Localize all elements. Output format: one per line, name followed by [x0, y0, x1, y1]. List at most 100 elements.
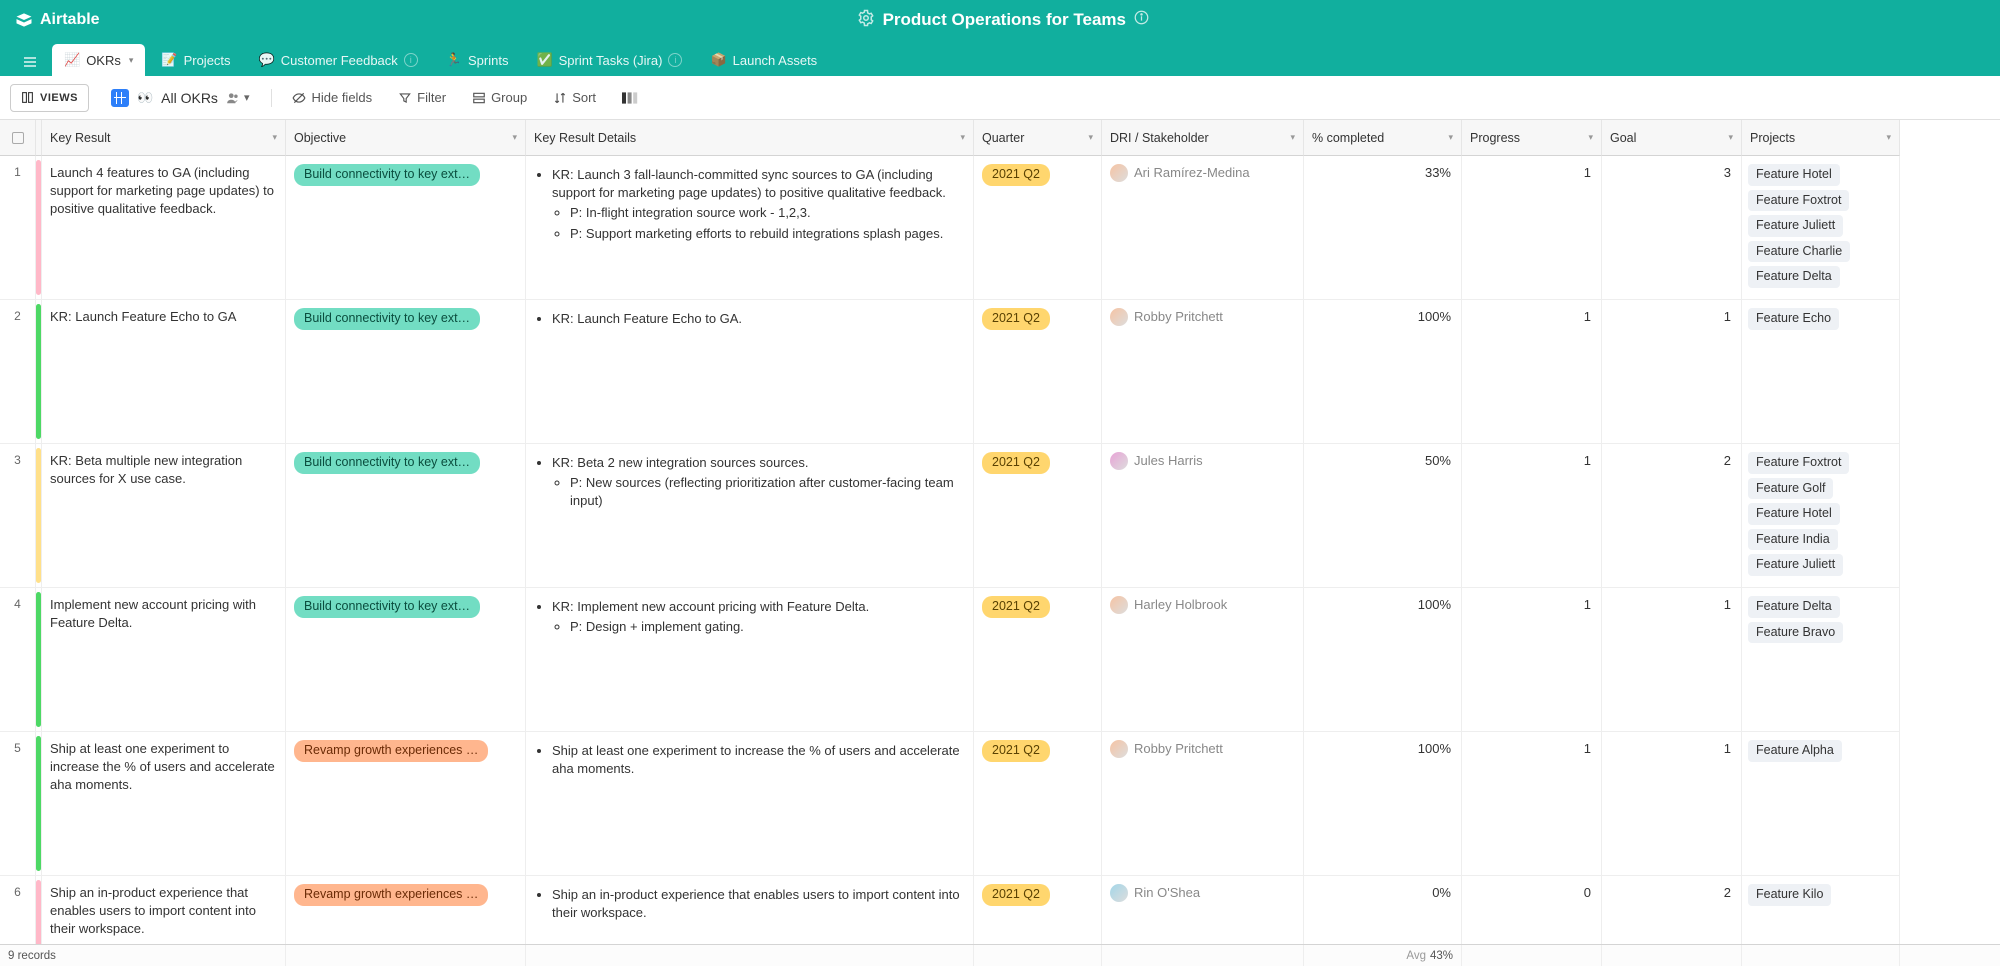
progress-cell[interactable]: 1: [1462, 156, 1602, 300]
status-bar: 9 records Avg43%: [0, 944, 2000, 966]
progress-cell[interactable]: 1: [1462, 588, 1602, 732]
objective-cell[interactable]: Build connectivity to key ext…: [286, 588, 526, 732]
group-button[interactable]: Group: [466, 86, 533, 109]
tab-emoji-icon: 📦: [710, 52, 726, 68]
objective-cell[interactable]: Build connectivity to key ext…: [286, 444, 526, 588]
dri-cell[interactable]: Ari Ramírez-Medina: [1102, 156, 1304, 300]
goal-cell[interactable]: 2: [1602, 876, 1742, 944]
menu-button[interactable]: [16, 48, 44, 76]
goal-cell[interactable]: 1: [1602, 588, 1742, 732]
quarter-cell[interactable]: 2021 Q2: [974, 588, 1102, 732]
pct-completed-cell[interactable]: 100%: [1304, 588, 1462, 732]
key-result-cell[interactable]: Implement new account pricing with Featu…: [42, 588, 286, 732]
tab-emoji-icon: 💬: [259, 52, 275, 68]
quarter-cell[interactable]: 2021 Q2: [974, 732, 1102, 876]
key-result-cell[interactable]: Ship an in-product experience that enabl…: [42, 876, 286, 944]
tab-launch-assets[interactable]: 📦Launch Assets: [698, 44, 829, 76]
view-toolbar: VIEWS 👀 All OKRs ▾ Hide fields Filter Gr…: [0, 76, 2000, 120]
progress-cell[interactable]: 0: [1462, 876, 1602, 944]
row-number[interactable]: 2: [0, 300, 36, 444]
objective-cell[interactable]: Build connectivity to key ext…: [286, 300, 526, 444]
column-header[interactable]: DRI / Stakeholder▾: [1102, 120, 1304, 156]
objective-cell[interactable]: Revamp growth experiences …: [286, 876, 526, 944]
quarter-cell[interactable]: 2021 Q2: [974, 444, 1102, 588]
tab-sprints[interactable]: 🏃Sprints: [434, 44, 521, 76]
row-number[interactable]: 1: [0, 156, 36, 300]
quarter-cell[interactable]: 2021 Q2: [974, 300, 1102, 444]
quarter-cell[interactable]: 2021 Q2: [974, 156, 1102, 300]
goal-cell[interactable]: 1: [1602, 732, 1742, 876]
dri-cell[interactable]: Robby Pritchett: [1102, 300, 1304, 444]
projects-cell[interactable]: Feature Alpha: [1742, 732, 1900, 876]
projects-cell[interactable]: Feature Echo: [1742, 300, 1900, 444]
dri-cell[interactable]: Robby Pritchett: [1102, 732, 1304, 876]
key-result-cell[interactable]: KR: Beta multiple new integration source…: [42, 444, 286, 588]
column-header[interactable]: Key Result▾: [42, 120, 286, 156]
goal-cell[interactable]: 1: [1602, 300, 1742, 444]
sort-button[interactable]: Sort: [547, 86, 602, 109]
chevron-down-icon: ▾: [129, 55, 134, 66]
project-tag: Feature Foxtrot: [1748, 190, 1849, 212]
hide-fields-button[interactable]: Hide fields: [286, 86, 378, 109]
column-header[interactable]: Goal▾: [1602, 120, 1742, 156]
details-cell[interactable]: KR: Beta 2 new integration sources sourc…: [526, 444, 974, 588]
pct-completed-cell[interactable]: 50%: [1304, 444, 1462, 588]
select-all-checkbox[interactable]: [0, 120, 36, 156]
progress-cell[interactable]: 1: [1462, 300, 1602, 444]
details-cell[interactable]: KR: Launch 3 fall-launch-committed sync …: [526, 156, 974, 300]
key-result-cell[interactable]: Launch 4 features to GA (including suppo…: [42, 156, 286, 300]
projects-cell[interactable]: Feature Kilo: [1742, 876, 1900, 944]
pct-completed-cell[interactable]: 100%: [1304, 732, 1462, 876]
objective-cell[interactable]: Revamp growth experiences …: [286, 732, 526, 876]
row-number[interactable]: 4: [0, 588, 36, 732]
goal-cell[interactable]: 3: [1602, 156, 1742, 300]
dri-cell[interactable]: Jules Harris: [1102, 444, 1304, 588]
column-header[interactable]: Key Result Details▾: [526, 120, 974, 156]
pct-completed-cell[interactable]: 100%: [1304, 300, 1462, 444]
column-header[interactable]: Quarter▾: [974, 120, 1102, 156]
column-header[interactable]: Projects▾: [1742, 120, 1900, 156]
filter-button[interactable]: Filter: [392, 86, 452, 109]
key-result-cell[interactable]: Ship at least one experiment to increase…: [42, 732, 286, 876]
app-logo[interactable]: Airtable: [14, 10, 100, 30]
projects-cell[interactable]: Feature HotelFeature FoxtrotFeature Juli…: [1742, 156, 1900, 300]
details-cell[interactable]: KR: Implement new account pricing with F…: [526, 588, 974, 732]
tab-projects[interactable]: 📝Projects: [149, 44, 242, 76]
column-header[interactable]: Objective▾: [286, 120, 526, 156]
details-cell[interactable]: Ship an in-product experience that enabl…: [526, 876, 974, 944]
projects-cell[interactable]: Feature DeltaFeature Bravo: [1742, 588, 1900, 732]
quarter-cell[interactable]: 2021 Q2: [974, 876, 1102, 944]
objective-cell[interactable]: Build connectivity to key ext…: [286, 156, 526, 300]
column-header[interactable]: % completed▾: [1304, 120, 1462, 156]
info-icon[interactable]: [1134, 10, 1149, 30]
key-result-cell[interactable]: KR: Launch Feature Echo to GA: [42, 300, 286, 444]
row-number[interactable]: 6: [0, 876, 36, 944]
view-picker[interactable]: 👀 All OKRs ▾: [103, 84, 258, 112]
avatar: [1110, 740, 1128, 758]
details-cell[interactable]: KR: Launch Feature Echo to GA.: [526, 300, 974, 444]
info-icon: i: [668, 53, 682, 67]
project-tag: Feature Delta: [1748, 266, 1840, 288]
progress-cell[interactable]: 1: [1462, 732, 1602, 876]
base-title[interactable]: Product Operations for Teams: [883, 10, 1126, 30]
row-number[interactable]: 5: [0, 732, 36, 876]
pct-completed-cell[interactable]: 33%: [1304, 156, 1462, 300]
tab-okrs[interactable]: 📈OKRs▾: [52, 44, 145, 76]
details-cell[interactable]: Ship at least one experiment to increase…: [526, 732, 974, 876]
projects-cell[interactable]: Feature FoxtrotFeature GolfFeature Hotel…: [1742, 444, 1900, 588]
column-header[interactable]: Progress▾: [1462, 120, 1602, 156]
tab-sprint-tasks-jira-[interactable]: ✅Sprint Tasks (Jira)i: [524, 44, 694, 76]
goal-cell[interactable]: 2: [1602, 444, 1742, 588]
quarter-pill: 2021 Q2: [982, 308, 1050, 330]
row-number[interactable]: 3: [0, 444, 36, 588]
app-name: Airtable: [40, 11, 100, 29]
dri-cell[interactable]: Harley Holbrook: [1102, 588, 1304, 732]
color-button[interactable]: [616, 87, 644, 109]
tab-customer-feedback[interactable]: 💬Customer Feedbacki: [247, 44, 430, 76]
pct-completed-cell[interactable]: 0%: [1304, 876, 1462, 944]
progress-cell[interactable]: 1: [1462, 444, 1602, 588]
objective-pill: Build connectivity to key ext…: [294, 596, 480, 618]
views-button[interactable]: VIEWS: [10, 84, 89, 112]
chevron-down-icon: ▾: [1088, 132, 1093, 143]
dri-cell[interactable]: Rin O'Shea: [1102, 876, 1304, 944]
